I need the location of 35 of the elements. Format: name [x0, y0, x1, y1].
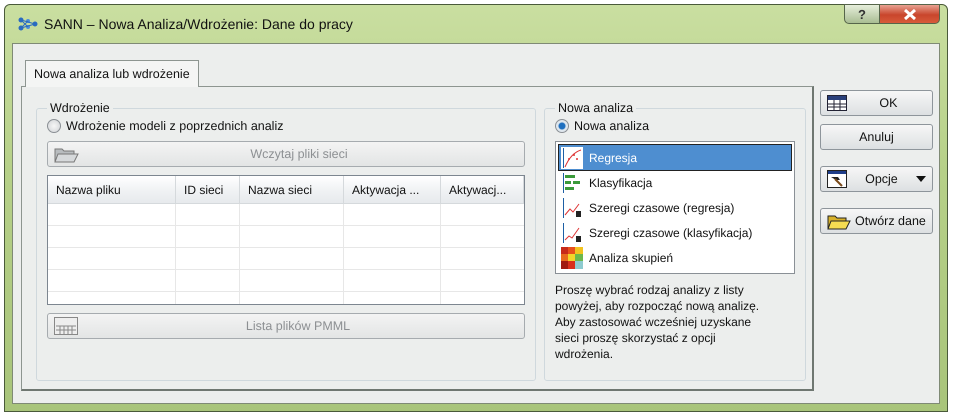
- radio-button[interactable]: [47, 119, 61, 133]
- window-title: SANN – Nowa Analiza/Wdrożenie: Dane do pracy: [44, 16, 353, 32]
- radio-label: Wdrożenie modeli z poprzednich analiz: [66, 119, 284, 133]
- column-header[interactable]: Aktywacja ...: [344, 176, 441, 204]
- list-item[interactable]: Klasyfikacja: [559, 170, 791, 195]
- spreadsheet-icon: [827, 95, 847, 111]
- help-button[interactable]: ?: [844, 4, 880, 24]
- network-icon: [18, 17, 38, 31]
- open-data-button[interactable]: Otwórz dane: [820, 208, 933, 234]
- keyboard-icon: [54, 317, 78, 335]
- column-header[interactable]: Nazwa pliku: [48, 176, 176, 204]
- line-chart-icon: [561, 196, 583, 218]
- options-button[interactable]: Opcje: [820, 166, 933, 192]
- tab[interactable]: Nowa analiza lub wdrożenie: [25, 60, 199, 87]
- column-header[interactable]: Aktywacj...: [441, 176, 524, 204]
- caret-icon: [916, 176, 926, 182]
- radio-label: Nowa analiza: [574, 119, 650, 133]
- column-header[interactable]: Nazwa sieci: [240, 176, 344, 204]
- scatter-plot-icon: [561, 146, 583, 168]
- radio-button[interactable]: [555, 119, 569, 133]
- close-icon: [902, 8, 916, 20]
- hammer-icon: [827, 170, 847, 188]
- cancel-button[interactable]: Anuluj: [820, 124, 933, 150]
- list-item[interactable]: Analiza skupień: [559, 245, 791, 270]
- group-title: Wdrożenie: [49, 101, 111, 115]
- color-grid-icon: [561, 246, 583, 268]
- column-header[interactable]: ID sieci: [176, 176, 240, 204]
- list-item[interactable]: Szeregi czasowe (klasyfikacja): [559, 220, 791, 245]
- ok-button[interactable]: OK: [820, 90, 933, 116]
- close-button[interactable]: [880, 4, 940, 24]
- list-item[interactable]: Szeregi czasowe (regresja): [559, 195, 791, 220]
- hint-text: Proszę wybrać rodzaj analizy z listy powyżej, aby rozpocząć nową analizę. Aby zastosować wcześniej uzyskane sieci proszę skorzystać z opcji wdrożenia.: [555, 282, 760, 362]
- classification-chart-icon: [561, 172, 583, 194]
- line-chart-icon: [561, 222, 583, 244]
- group-title: Nowa analiza: [557, 101, 634, 115]
